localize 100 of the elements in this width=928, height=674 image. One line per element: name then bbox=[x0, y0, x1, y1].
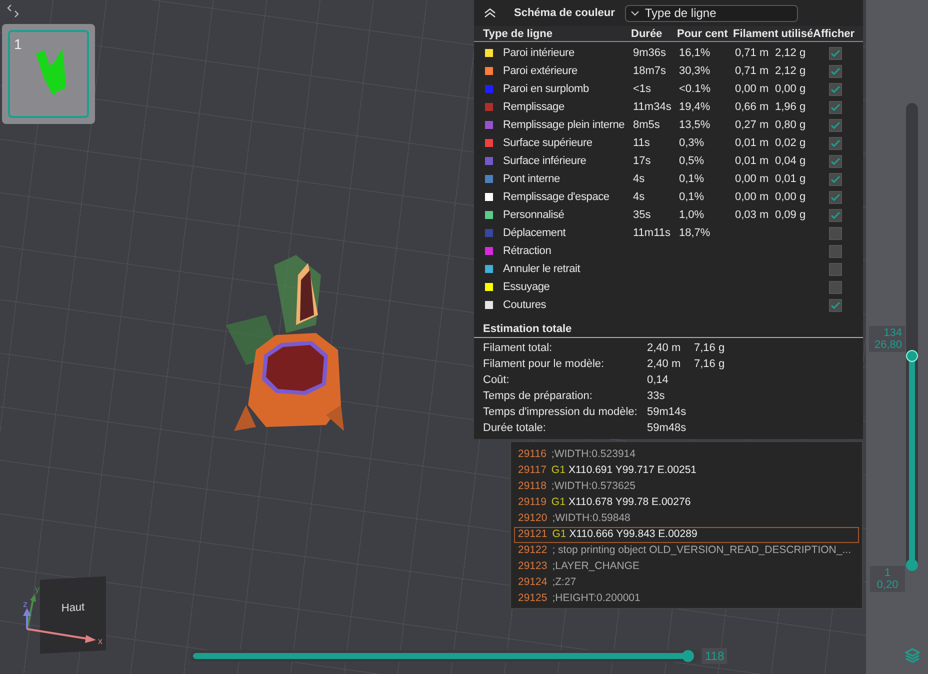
layer-height: 26,80 bbox=[873, 339, 902, 352]
line-number: 29125 bbox=[518, 591, 548, 606]
table-cell-text: 4s bbox=[633, 172, 646, 187]
line-type-label: Coutures bbox=[503, 298, 548, 313]
stat-value: 33s bbox=[647, 389, 666, 404]
show-checkbox[interactable] bbox=[829, 226, 842, 240]
show-checkbox[interactable] bbox=[829, 46, 842, 60]
column-header: Durée bbox=[631, 27, 664, 42]
gcode-comment: ;Z:27 bbox=[552, 575, 576, 590]
layer-number: 1 bbox=[883, 567, 892, 579]
slider-handle[interactable] bbox=[906, 350, 918, 362]
table-cell-text: 0,80 g bbox=[775, 118, 807, 133]
slider-handle[interactable] bbox=[906, 559, 918, 571]
table-cell-text: 0,00 m bbox=[735, 172, 770, 187]
slider-handle[interactable] bbox=[682, 650, 694, 662]
table-cell-text: 0,04 g bbox=[775, 154, 807, 169]
line-type-label: Paroi extérieure bbox=[503, 64, 578, 79]
table-cell-text: 0,1% bbox=[679, 172, 706, 187]
stat-value: 7,16 g bbox=[694, 357, 726, 372]
gcode-comment: ;WIDTH:0.573625 bbox=[551, 479, 636, 494]
table-cell-text: 0,00 g bbox=[775, 82, 807, 97]
table-cell-text: 9m36s bbox=[633, 46, 668, 61]
table-cell-text: 30,3% bbox=[679, 64, 712, 79]
table-cell-text: 17s bbox=[633, 154, 652, 169]
line-type-label: Paroi en surplomb bbox=[503, 82, 590, 97]
gcode-comment: ;WIDTH:0.59848 bbox=[552, 511, 630, 526]
column-header: Type de ligne bbox=[483, 27, 554, 42]
stat-label: Durée totale: bbox=[483, 421, 547, 436]
table-cell-text: 11m11s bbox=[633, 226, 672, 241]
move-slider[interactable] bbox=[190, 650, 700, 662]
stat-label: Filament pour le modèle: bbox=[483, 357, 606, 372]
gcode-command: G1 bbox=[551, 463, 566, 478]
show-checkbox[interactable] bbox=[829, 154, 842, 168]
line-number: 29116 bbox=[518, 447, 546, 462]
table-cell-text: 8m5s bbox=[633, 118, 661, 133]
stat-value: 59m48s bbox=[647, 421, 688, 436]
line-type-label: Essuyage bbox=[503, 280, 551, 295]
table-cell-text: 2,12 g bbox=[775, 46, 807, 61]
gcode-command: G1 bbox=[551, 495, 566, 510]
show-checkbox[interactable] bbox=[829, 244, 842, 258]
show-checkbox[interactable] bbox=[829, 298, 842, 312]
table-cell-text: 0,1% bbox=[679, 190, 706, 205]
show-checkbox[interactable] bbox=[829, 208, 842, 222]
line-type-label: Surface inférieure bbox=[503, 154, 588, 169]
table-cell-text: 0,01 m bbox=[735, 136, 770, 151]
table-cell-text: 35s bbox=[633, 208, 652, 223]
table-cell-text: 0,66 m bbox=[735, 100, 770, 115]
show-checkbox[interactable] bbox=[829, 100, 842, 114]
line-type-label: Rétraction bbox=[503, 244, 552, 259]
table-cell-text: <1s bbox=[633, 82, 652, 97]
stat-value: 7,16 g bbox=[694, 341, 726, 356]
table-cell-text: 1,0% bbox=[679, 208, 706, 223]
table-cell-text: 0,5% bbox=[679, 154, 706, 169]
layer-height: 0,20 bbox=[876, 579, 900, 591]
table-cell-text: 0,00 g bbox=[775, 190, 807, 205]
gcode-comment: ;LAYER_CHANGE bbox=[552, 559, 640, 574]
legend-title: Schéma de couleur bbox=[514, 6, 615, 21]
show-checkbox[interactable] bbox=[829, 280, 842, 294]
line-number: 29117 bbox=[518, 463, 546, 478]
line-type-label: Annuler le retrait bbox=[503, 262, 582, 277]
layer-number: 134 bbox=[882, 327, 902, 340]
line-type-label: Personnalisé bbox=[503, 208, 566, 223]
show-checkbox[interactable] bbox=[829, 262, 842, 276]
table-cell-text: 13,5% bbox=[679, 118, 712, 133]
show-checkbox[interactable] bbox=[829, 190, 842, 204]
stat-value: 2,40 m bbox=[647, 341, 682, 356]
show-checkbox[interactable] bbox=[829, 82, 842, 96]
line-type-label: Remplissage bbox=[503, 100, 566, 115]
expand-collapse-icon[interactable] bbox=[7, 4, 19, 18]
color-scheme-dropdown[interactable]: Type de ligne bbox=[624, 4, 798, 22]
table-cell-text: 0,02 g bbox=[775, 136, 807, 151]
layer-slider[interactable] bbox=[906, 103, 918, 569]
table-cell-text: 0,01 g bbox=[775, 172, 807, 187]
gcode-comment: ;HEIGHT:0.200001 bbox=[552, 591, 640, 606]
table-cell-text: <0.1% bbox=[679, 82, 712, 97]
gcode-arguments: X110.678 Y99.78 E.00276 bbox=[568, 495, 691, 510]
line-type-label: Déplacement bbox=[503, 226, 567, 241]
show-checkbox[interactable] bbox=[829, 118, 842, 132]
line-type-label: Surface supérieure bbox=[503, 136, 594, 151]
line-type-label: Paroi intérieure bbox=[503, 46, 576, 61]
collapse-icon[interactable] bbox=[484, 8, 496, 18]
show-checkbox[interactable] bbox=[829, 64, 842, 78]
column-header: Pour cent bbox=[677, 27, 729, 42]
show-checkbox[interactable] bbox=[829, 172, 842, 186]
gcode-comment: ;WIDTH:0.523914 bbox=[551, 447, 636, 462]
line-number: 29124 bbox=[518, 575, 548, 590]
gcode-arguments: X110.691 Y99.717 E.00251 bbox=[568, 463, 696, 478]
table-cell-text: 16,1% bbox=[679, 46, 712, 61]
line-number: 29122 bbox=[518, 543, 548, 558]
column-header: Filament utilisé bbox=[733, 27, 813, 42]
chevron-icon bbox=[630, 10, 639, 16]
table-cell-text: 1,96 g bbox=[775, 100, 807, 115]
table-cell-text: 0,03 m bbox=[735, 208, 770, 223]
stat-value: 2,40 m bbox=[647, 357, 682, 372]
show-checkbox[interactable] bbox=[829, 136, 842, 150]
line-type-label: Pont interne bbox=[503, 172, 561, 187]
line-number: 29121 bbox=[518, 527, 548, 542]
table-cell-text: 18,7% bbox=[679, 226, 712, 241]
table-cell-text: 11m34s bbox=[633, 100, 672, 115]
line-number: 29119 bbox=[518, 495, 546, 510]
